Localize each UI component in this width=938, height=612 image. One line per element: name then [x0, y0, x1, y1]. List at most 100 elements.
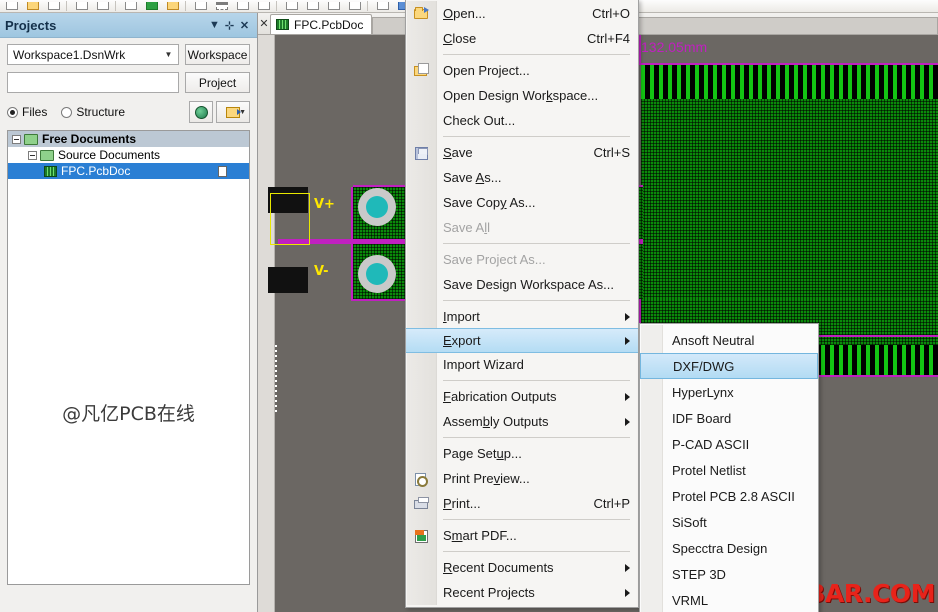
menu-item-open-project[interactable]: Open Project...	[406, 58, 638, 83]
cut-icon[interactable]	[123, 1, 140, 12]
menu-separator	[443, 243, 630, 244]
chevron-down-icon[interactable]: ▼	[161, 50, 176, 59]
submenu-item-dxf-dwg[interactable]: DXF/DWG	[640, 353, 818, 379]
chevron-down-icon[interactable]: ▼	[207, 19, 222, 31]
close-tab-icon[interactable]: ✕	[258, 17, 270, 34]
folder-icon	[24, 133, 38, 145]
menu-item-save[interactable]: Save Ctrl+S	[406, 140, 638, 165]
menu-item-open-design-workspace[interactable]: Open Design Workspace...	[406, 83, 638, 108]
submenu-item-label: P-CAD ASCII	[672, 436, 750, 452]
open-recent-icon[interactable]	[46, 1, 63, 12]
tree-node-fpc-pcbdoc[interactable]: FPC.PcbDoc	[8, 163, 249, 179]
submenu-item-label: STEP 3D	[672, 566, 726, 582]
submenu-item-vrml[interactable]: VRML	[640, 587, 818, 612]
menu-item-check-out[interactable]: Check Out...	[406, 108, 638, 133]
menu-item-smart-pdf[interactable]: Smart PDF...	[406, 523, 638, 548]
menu-item-label: Check Out...	[443, 113, 516, 128]
canvas-left-gutter	[258, 35, 275, 612]
menu-item-label: Assembly Outputs	[443, 414, 549, 429]
pcb-document-icon	[276, 19, 289, 30]
print-preview-icon[interactable]	[95, 1, 112, 12]
menu-item-import[interactable]: Import	[406, 304, 638, 329]
menu-separator	[443, 551, 630, 552]
menu-item-save-design-workspace-as[interactable]: Save Design Workspace As...	[406, 272, 638, 297]
menu-separator	[443, 519, 630, 520]
submenu-item-hyperlynx[interactable]: HyperLynx	[640, 379, 818, 405]
tab-fpc-pcbdoc[interactable]: FPC.PcbDoc	[270, 14, 373, 34]
open-folder-icon[interactable]	[25, 1, 42, 12]
snap-icon[interactable]	[326, 1, 343, 12]
collapse-icon[interactable]	[12, 134, 21, 144]
submenu-item-specctra-design[interactable]: Specctra Design	[640, 535, 818, 561]
pad-label-v-minus: V-	[314, 264, 329, 279]
workspace-button[interactable]: Workspace	[185, 44, 250, 65]
menu-item-label: Recent Documents	[443, 560, 554, 575]
global-view-button[interactable]	[189, 101, 213, 123]
projects-panel-title-bar: Projects ▼ ⊹ ✕	[0, 13, 257, 38]
radio-structure-label: Structure	[76, 105, 126, 119]
menu-item-import-wizard[interactable]: Import Wizard	[406, 352, 638, 377]
submenu-item-idf-board[interactable]: IDF Board	[640, 405, 818, 431]
layer-icon[interactable]	[165, 1, 182, 12]
menu-item-open[interactable]: Open... Ctrl+O	[406, 1, 638, 26]
tree-node-free-documents[interactable]: Free Documents	[8, 131, 249, 147]
menu-item-recent-projects[interactable]: Recent Projects	[406, 580, 638, 605]
radio-files[interactable]: Files	[7, 105, 47, 119]
file-menu[interactable]: Open... Ctrl+O Close Ctrl+F4 Open Project...…	[405, 0, 639, 608]
submenu-item-label: VRML	[672, 592, 709, 608]
pcb-document-icon	[44, 165, 57, 177]
menu-item-close[interactable]: Close Ctrl+F4	[406, 26, 638, 51]
measure-icon[interactable]	[347, 1, 364, 12]
connector-pad-lower	[268, 267, 308, 293]
submenu-item-ansoft-neutral[interactable]: Ansoft Neutral	[640, 327, 818, 353]
menu-item-label: Fabrication Outputs	[443, 389, 557, 404]
menu-item-print[interactable]: Print... Ctrl+P	[406, 491, 638, 516]
export-submenu[interactable]: Ansoft Neutral DXF/DWG HyperLynx IDF Board P…	[639, 323, 819, 612]
close-icon[interactable]: ✕	[237, 19, 252, 32]
tree-node-source-documents[interactable]: Source Documents	[8, 147, 249, 163]
submenu-item-sisoft[interactable]: SiSoft	[640, 509, 818, 535]
menu-item-fabrication-outputs[interactable]: Fabrication Outputs	[406, 384, 638, 409]
submenu-item-protel-pcb-2-8-ascii[interactable]: Protel PCB 2.8 ASCII	[640, 483, 818, 509]
panel-watermark: @凡亿PCB在线	[62, 403, 195, 425]
zoom-select-icon[interactable]	[214, 1, 231, 12]
menu-item-assembly-outputs[interactable]: Assembly Outputs	[406, 409, 638, 434]
submenu-arrow-icon	[625, 392, 630, 401]
pin-icon[interactable]: ⊹	[222, 19, 237, 32]
workspace-select[interactable]: Workspace1.DsnWrk ▼	[7, 44, 179, 65]
menu-item-save-copy-as[interactable]: Save Copy As...	[406, 190, 638, 215]
menu-separator	[443, 437, 630, 438]
project-tree[interactable]: Free Documents Source Documents FPC.PcbD…	[7, 130, 250, 585]
submenu-item-label: Ansoft Neutral	[672, 332, 755, 348]
project-input[interactable]	[7, 72, 179, 93]
menu-item-label: Save Copy As...	[443, 195, 536, 210]
menu-item-print-preview[interactable]: Print Preview...	[406, 466, 638, 491]
grid-icon[interactable]	[305, 1, 322, 12]
chevron-down-icon[interactable]: ▼	[239, 109, 246, 116]
menu-item-export[interactable]: Export	[406, 328, 638, 353]
menu-item-save-as[interactable]: Save As...	[406, 165, 638, 190]
project-button[interactable]: Project	[185, 72, 250, 93]
toolbar-separator	[115, 1, 116, 11]
menu-separator	[443, 380, 630, 381]
submenu-item-protel-netlist[interactable]: Protel Netlist	[640, 457, 818, 483]
menu-item-page-setup[interactable]: Page Setup...	[406, 441, 638, 466]
collapse-icon[interactable]	[28, 150, 37, 160]
board-icon[interactable]	[144, 1, 161, 12]
open-outputs-button[interactable]: ▼	[216, 101, 250, 123]
save-icon[interactable]	[74, 1, 91, 12]
zoom-out-icon[interactable]	[256, 1, 273, 12]
page-title: Projects	[5, 17, 57, 33]
toolbar-separator	[367, 1, 368, 11]
submenu-item-p-cad-ascii[interactable]: P-CAD ASCII	[640, 431, 818, 457]
submenu-item-step-3d[interactable]: STEP 3D	[640, 561, 818, 587]
zoom-window-icon[interactable]	[193, 1, 210, 12]
new-document-icon[interactable]	[4, 1, 21, 12]
menu-item-label: Import	[443, 309, 480, 324]
radio-dot	[61, 106, 73, 118]
menu-item-recent-documents[interactable]: Recent Documents	[406, 555, 638, 580]
cross-probe-icon[interactable]	[375, 1, 392, 12]
radio-structure[interactable]: Structure	[61, 105, 125, 119]
pan-icon[interactable]	[284, 1, 301, 12]
zoom-in-icon[interactable]	[235, 1, 252, 12]
